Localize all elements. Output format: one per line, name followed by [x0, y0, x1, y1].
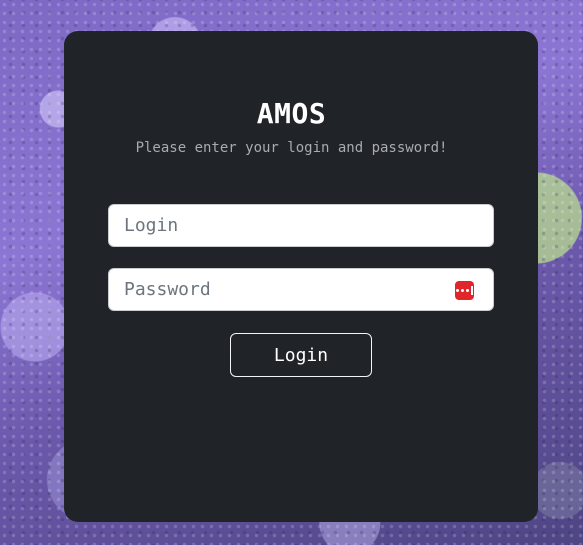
password-dot	[466, 289, 470, 292]
login-instructions: Please enter your login and password!	[135, 140, 448, 156]
login-field	[108, 204, 494, 247]
password-field	[108, 268, 494, 311]
password-cursor-bar	[471, 286, 473, 295]
password-input[interactable]	[109, 269, 493, 310]
password-dot	[456, 289, 460, 292]
app-title: AMOS	[256, 97, 327, 130]
password-dot	[461, 289, 465, 292]
login-input[interactable]	[109, 205, 493, 246]
login-button[interactable]: Login	[230, 333, 372, 377]
password-manager-icon[interactable]	[455, 281, 474, 300]
